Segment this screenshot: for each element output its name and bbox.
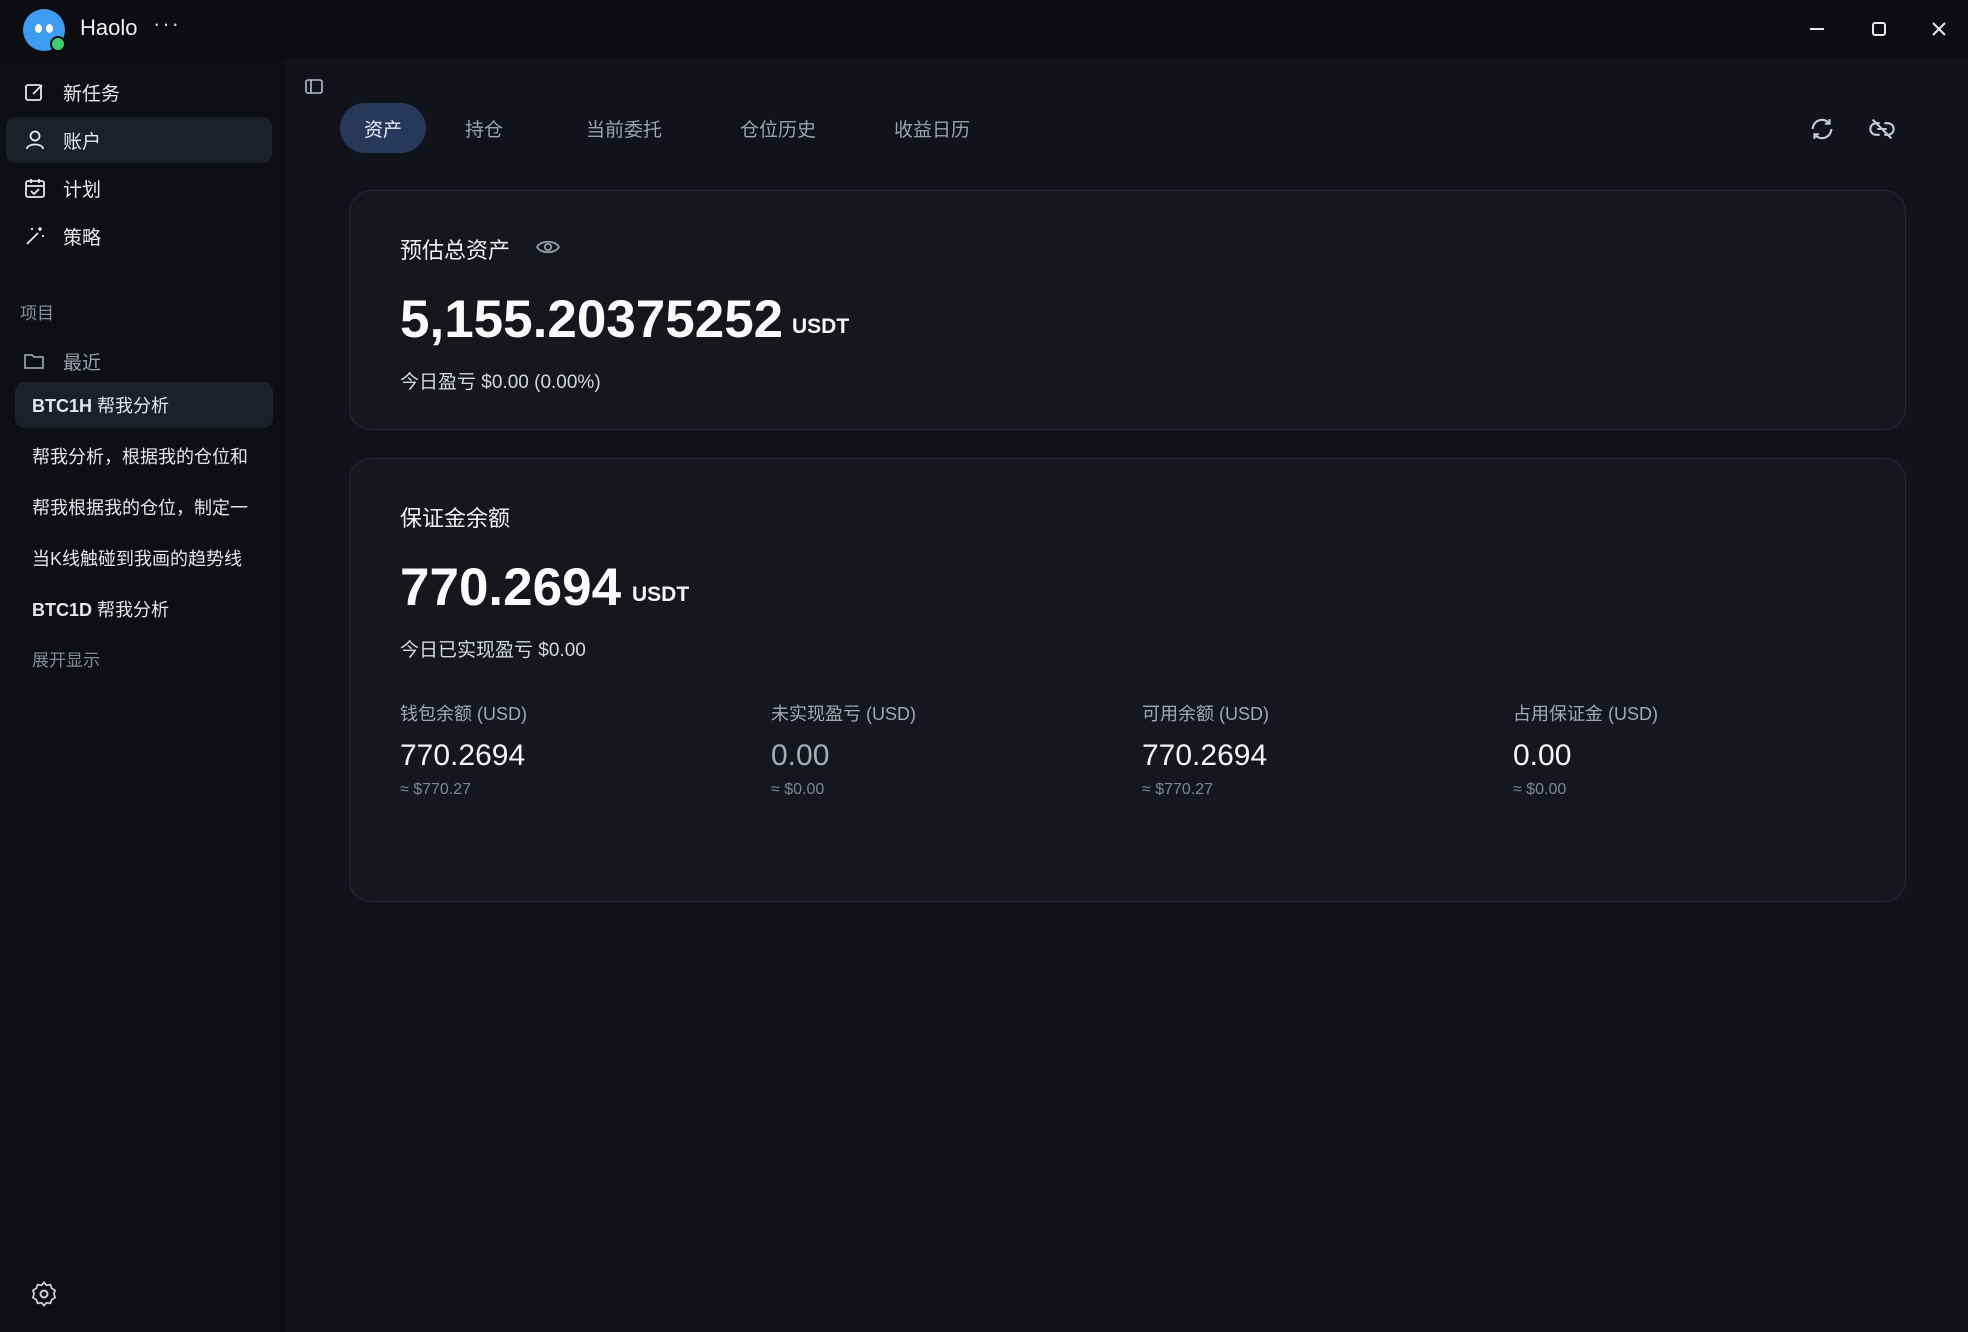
task-text: 帮我分析 xyxy=(92,396,170,416)
task-item[interactable]: 帮我根据我的仓位，制定一 xyxy=(15,484,273,530)
task-text: 帮我根据我的仓位，制定一 xyxy=(32,498,248,518)
stat-approx: ≈ $770.27 xyxy=(1142,781,1214,798)
recent-folder[interactable]: 最近 xyxy=(6,339,272,383)
task-tag: BTC1H xyxy=(32,396,93,416)
tab-assets[interactable]: 资产 xyxy=(340,103,426,153)
user-icon xyxy=(23,128,47,152)
margin-balance-value: 770.2694 xyxy=(400,558,622,617)
refresh-icon xyxy=(1811,118,1833,140)
today-pnl-value: $0.00 (0.00%) xyxy=(481,372,601,393)
maximize-button[interactable] xyxy=(1862,12,1896,46)
gear-icon xyxy=(32,1281,56,1307)
nav-plan[interactable]: 计划 xyxy=(6,165,272,211)
stat-used-margin: 占用保证金 (USD) 0.00 ≈ $0.00 xyxy=(1513,700,1843,799)
realized-pnl-line: 今日已实现盈亏 $0.00 xyxy=(400,635,586,662)
today-pnl-line: 今日盈亏 $0.00 (0.00%) xyxy=(400,367,601,394)
realized-pnl-value: $0.00 xyxy=(538,640,586,661)
task-tag: BTC1D xyxy=(32,600,93,620)
calendar-icon xyxy=(23,176,47,200)
eye-icon xyxy=(536,240,560,254)
projects-section-label: 项目 xyxy=(20,304,54,323)
realized-pnl-label: 今日已实现盈亏 xyxy=(400,640,534,661)
stat-approx: ≈ $770.27 xyxy=(400,781,472,798)
nav-label: 新任务 xyxy=(63,83,121,105)
folder-icon xyxy=(23,349,47,373)
tab-pnl-calendar[interactable]: 收益日历 xyxy=(876,103,988,153)
stat-value: 0.00 xyxy=(771,739,830,772)
nav-strategy[interactable]: 策略 xyxy=(6,213,272,259)
nav-label: 策略 xyxy=(63,227,102,249)
edit-icon xyxy=(23,80,47,104)
today-pnl-label: 今日盈亏 xyxy=(400,372,477,393)
task-item[interactable]: BTC1D 帮我分析 xyxy=(15,586,273,632)
online-status-icon xyxy=(50,36,66,52)
refresh-button[interactable] xyxy=(1808,115,1836,143)
stat-unrealized-pnl: 未实现盈亏 (USD) 0.00 ≈ $0.00 xyxy=(771,700,1101,799)
toggle-visibility-button[interactable] xyxy=(535,237,561,262)
task-text: 帮我分析，根据我的仓位和 xyxy=(32,447,248,467)
total-assets-card: 预估总资产 5,155.20375252 USDT 今日盈亏 $0.00 (0.… xyxy=(349,190,1906,430)
app-title: Haolo xyxy=(80,15,138,40)
margin-balance-unit: USDT xyxy=(632,583,690,606)
margin-balance-title: 保证金余额 xyxy=(400,506,511,531)
task-item[interactable]: BTC1H 帮我分析 xyxy=(15,382,273,428)
task-item[interactable]: 帮我分析，根据我的仓位和 xyxy=(15,433,273,479)
title-bar: Haolo ··· xyxy=(0,0,1968,58)
close-icon xyxy=(1932,22,1946,36)
stat-label: 可用余额 (USD) xyxy=(1142,704,1269,724)
minimize-icon xyxy=(1810,28,1824,30)
stat-label: 占用保证金 (USD) xyxy=(1513,704,1658,724)
nav-account[interactable]: 账户 xyxy=(6,117,272,163)
magic-wand-icon xyxy=(23,224,47,248)
sidebar-toggle-icon xyxy=(305,79,323,94)
total-assets-unit: USDT xyxy=(792,315,850,338)
tab-positions[interactable]: 持仓 xyxy=(442,103,526,153)
sidebar: 新任务 账户 计划 策略 项目 最近 BTC1H 帮我分析 帮我分析，根据我的仓… xyxy=(0,58,286,1332)
nav-new-task[interactable]: 新任务 xyxy=(6,69,272,115)
margin-balance-card: 保证金余额 770.2694 USDT 今日已实现盈亏 $0.00 钱包余额 (… xyxy=(349,458,1906,902)
task-text: 当K线触碰到我画的趋势线 xyxy=(32,549,243,569)
app-logo-icon[interactable] xyxy=(23,9,66,52)
minimize-button[interactable] xyxy=(1800,12,1834,46)
stat-label: 未实现盈亏 (USD) xyxy=(771,704,916,724)
stat-available-balance: 可用余额 (USD) 770.2694 ≈ $770.27 xyxy=(1142,700,1472,799)
tab-position-history[interactable]: 仓位历史 xyxy=(722,103,834,153)
unlink-button[interactable] xyxy=(1868,115,1896,143)
maximize-icon xyxy=(1872,22,1886,36)
nav-label: 账户 xyxy=(63,131,102,153)
stat-approx: ≈ $0.00 xyxy=(1513,781,1567,798)
stat-value: 770.2694 xyxy=(400,739,526,772)
main-content: 资产 持仓 当前委托 仓位历史 收益日历 预估总资产 5,155.2037525… xyxy=(286,58,1968,1332)
total-assets-value: 5,155.20375252 xyxy=(400,290,784,349)
close-button[interactable] xyxy=(1922,12,1956,46)
nav-label: 计划 xyxy=(63,179,102,201)
stat-approx: ≈ $0.00 xyxy=(771,781,825,798)
tab-open-orders[interactable]: 当前委托 xyxy=(568,103,680,153)
stat-value: 0.00 xyxy=(1513,739,1572,772)
settings-button[interactable] xyxy=(30,1280,58,1308)
stat-value: 770.2694 xyxy=(1142,739,1268,772)
stat-label: 钱包余额 (USD) xyxy=(400,704,527,724)
total-assets-title: 预估总资产 xyxy=(400,238,511,263)
stat-wallet-balance: 钱包余额 (USD) 770.2694 ≈ $770.27 xyxy=(400,700,730,799)
toggle-sidebar-button[interactable] xyxy=(303,75,325,97)
recent-label: 最近 xyxy=(63,352,102,374)
more-options-button[interactable]: ··· xyxy=(153,11,181,37)
task-text: 帮我分析 xyxy=(92,600,170,620)
expand-more-link[interactable]: 展开显示 xyxy=(32,646,100,671)
task-item[interactable]: 当K线触碰到我画的趋势线 xyxy=(15,535,273,581)
unlink-icon xyxy=(1869,118,1895,140)
